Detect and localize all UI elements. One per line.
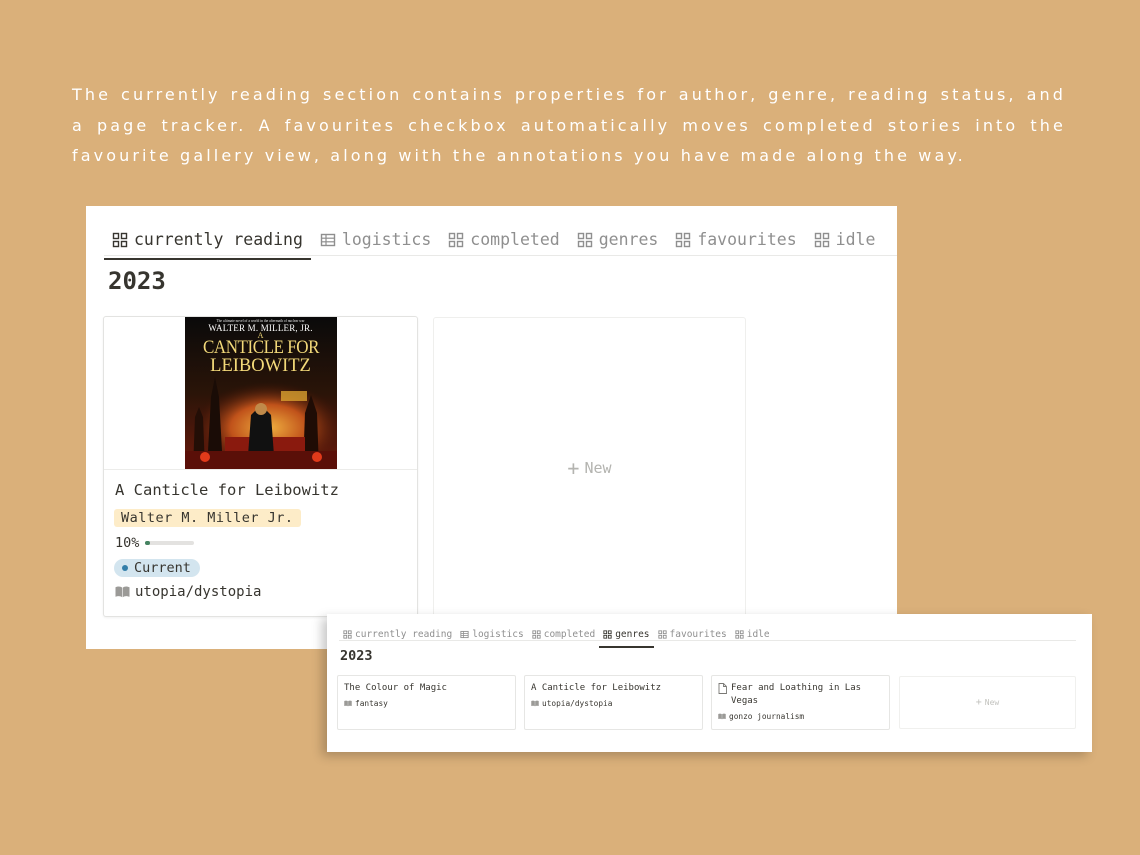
tab-label: favourites [669, 628, 727, 640]
new-label: New [984, 698, 1000, 707]
cover-area: The ultimate novel of a world in the aft… [104, 317, 417, 470]
tab-favourites[interactable]: favourites [654, 624, 731, 644]
book-title: A Canticle for Leibowitz [115, 481, 339, 499]
genre-card[interactable]: A Canticle for Leibowitz utopia/dystopia [524, 675, 703, 730]
card-title: The Colour of Magic [344, 683, 447, 693]
card-title: A Canticle for Leibowitz [531, 683, 662, 693]
progress-fill [145, 541, 151, 545]
book-open-icon [115, 586, 130, 598]
book-cover-image: The ultimate novel of a world in the aft… [184, 317, 337, 469]
tab-favourites[interactable]: favourites [667, 223, 804, 256]
group-title: 2023 [340, 648, 373, 664]
genre-row: utopia/dystopia [531, 699, 612, 708]
tab-currently-reading[interactable]: currently reading [339, 624, 456, 644]
group-title: 2023 [108, 267, 166, 295]
currently-reading-panel: currently reading logistics completed ge… [86, 206, 897, 649]
genre-label: utopia/dystopia [135, 584, 262, 600]
tab-logistics[interactable]: logistics [312, 223, 439, 256]
genre-row: utopia/dystopia [115, 584, 261, 600]
new-card-button[interactable]: + New [899, 676, 1076, 729]
gallery-icon [532, 629, 541, 639]
tab-label: completed [543, 628, 596, 640]
progress-bar [145, 541, 195, 545]
card-title: Fear and Loathing in Las Vegas [718, 682, 861, 707]
tab-currently-reading[interactable]: currently reading [104, 223, 311, 260]
tab-label: favourites [697, 230, 797, 249]
genre-card[interactable]: The Colour of Magic fantasy [337, 675, 516, 730]
gallery-icon [676, 232, 691, 247]
tab-idle[interactable]: idle [731, 624, 774, 644]
genres-view-panel: currently reading logistics completed ge… [327, 614, 1092, 752]
gallery-icon [735, 629, 744, 639]
genre-label: fantasy [355, 699, 388, 708]
tab-label: completed [470, 230, 560, 249]
intro-text: The currently reading section contains p… [72, 85, 1066, 165]
status-badge: Current [114, 559, 200, 577]
tab-label: logistics [472, 628, 524, 640]
genre-row: gonzo journalism [718, 712, 804, 721]
tab-divider [339, 640, 1076, 641]
tab-completed[interactable]: completed [528, 624, 599, 644]
gallery-icon [577, 232, 592, 247]
tab-label: idle [835, 230, 876, 249]
book-open-icon [718, 713, 726, 720]
view-tabs: currently reading logistics completed ge… [104, 219, 884, 260]
status-label: Current [134, 560, 191, 576]
gallery-icon [657, 629, 667, 639]
cover-title-line3: LEIBOWITZ [210, 356, 311, 376]
book-open-icon [344, 700, 352, 707]
tab-label: currently reading [355, 628, 453, 640]
tab-genres[interactable]: genres [599, 624, 654, 648]
book-open-icon [531, 700, 539, 707]
tab-idle[interactable]: idle [806, 223, 884, 256]
tab-genres[interactable]: genres [569, 223, 667, 256]
book-card[interactable]: The ultimate novel of a world in the aft… [103, 316, 418, 617]
status-dot-icon [122, 565, 128, 571]
new-card-button[interactable]: + New [433, 317, 746, 619]
tab-label: idle [746, 628, 770, 640]
genre-label: utopia/dystopia [542, 699, 613, 708]
card-title-line2: Vegas [731, 695, 759, 706]
author-tag: Walter M. Miller Jr. [114, 509, 301, 527]
tab-logistics[interactable]: logistics [456, 624, 527, 644]
genre-card[interactable]: Fear and Loathing in Las Vegas gonzo jou… [711, 675, 890, 730]
tab-divider [104, 255, 897, 256]
tab-label: genres [615, 628, 650, 640]
table-icon [320, 233, 336, 246]
table-icon [460, 630, 469, 638]
gallery-icon [112, 232, 128, 247]
tab-completed[interactable]: completed [440, 223, 567, 256]
progress-row: 10% [115, 535, 195, 551]
genre-label: gonzo journalism [729, 712, 805, 721]
genre-row: fantasy [344, 699, 388, 708]
tab-label: logistics [341, 230, 432, 249]
gallery-icon [814, 232, 829, 247]
gallery-icon [449, 232, 464, 247]
tab-label: currently reading [134, 230, 303, 249]
gallery-icon [343, 629, 352, 639]
page-icon [718, 683, 727, 694]
new-label: New [584, 459, 612, 477]
plus-icon: + [567, 456, 580, 480]
tab-label: genres [598, 230, 659, 249]
progress-label: 10% [115, 535, 140, 551]
plus-icon: + [975, 697, 982, 708]
card-title-line1: Fear and Loathing in Las [731, 683, 862, 693]
gallery-icon [603, 629, 612, 639]
